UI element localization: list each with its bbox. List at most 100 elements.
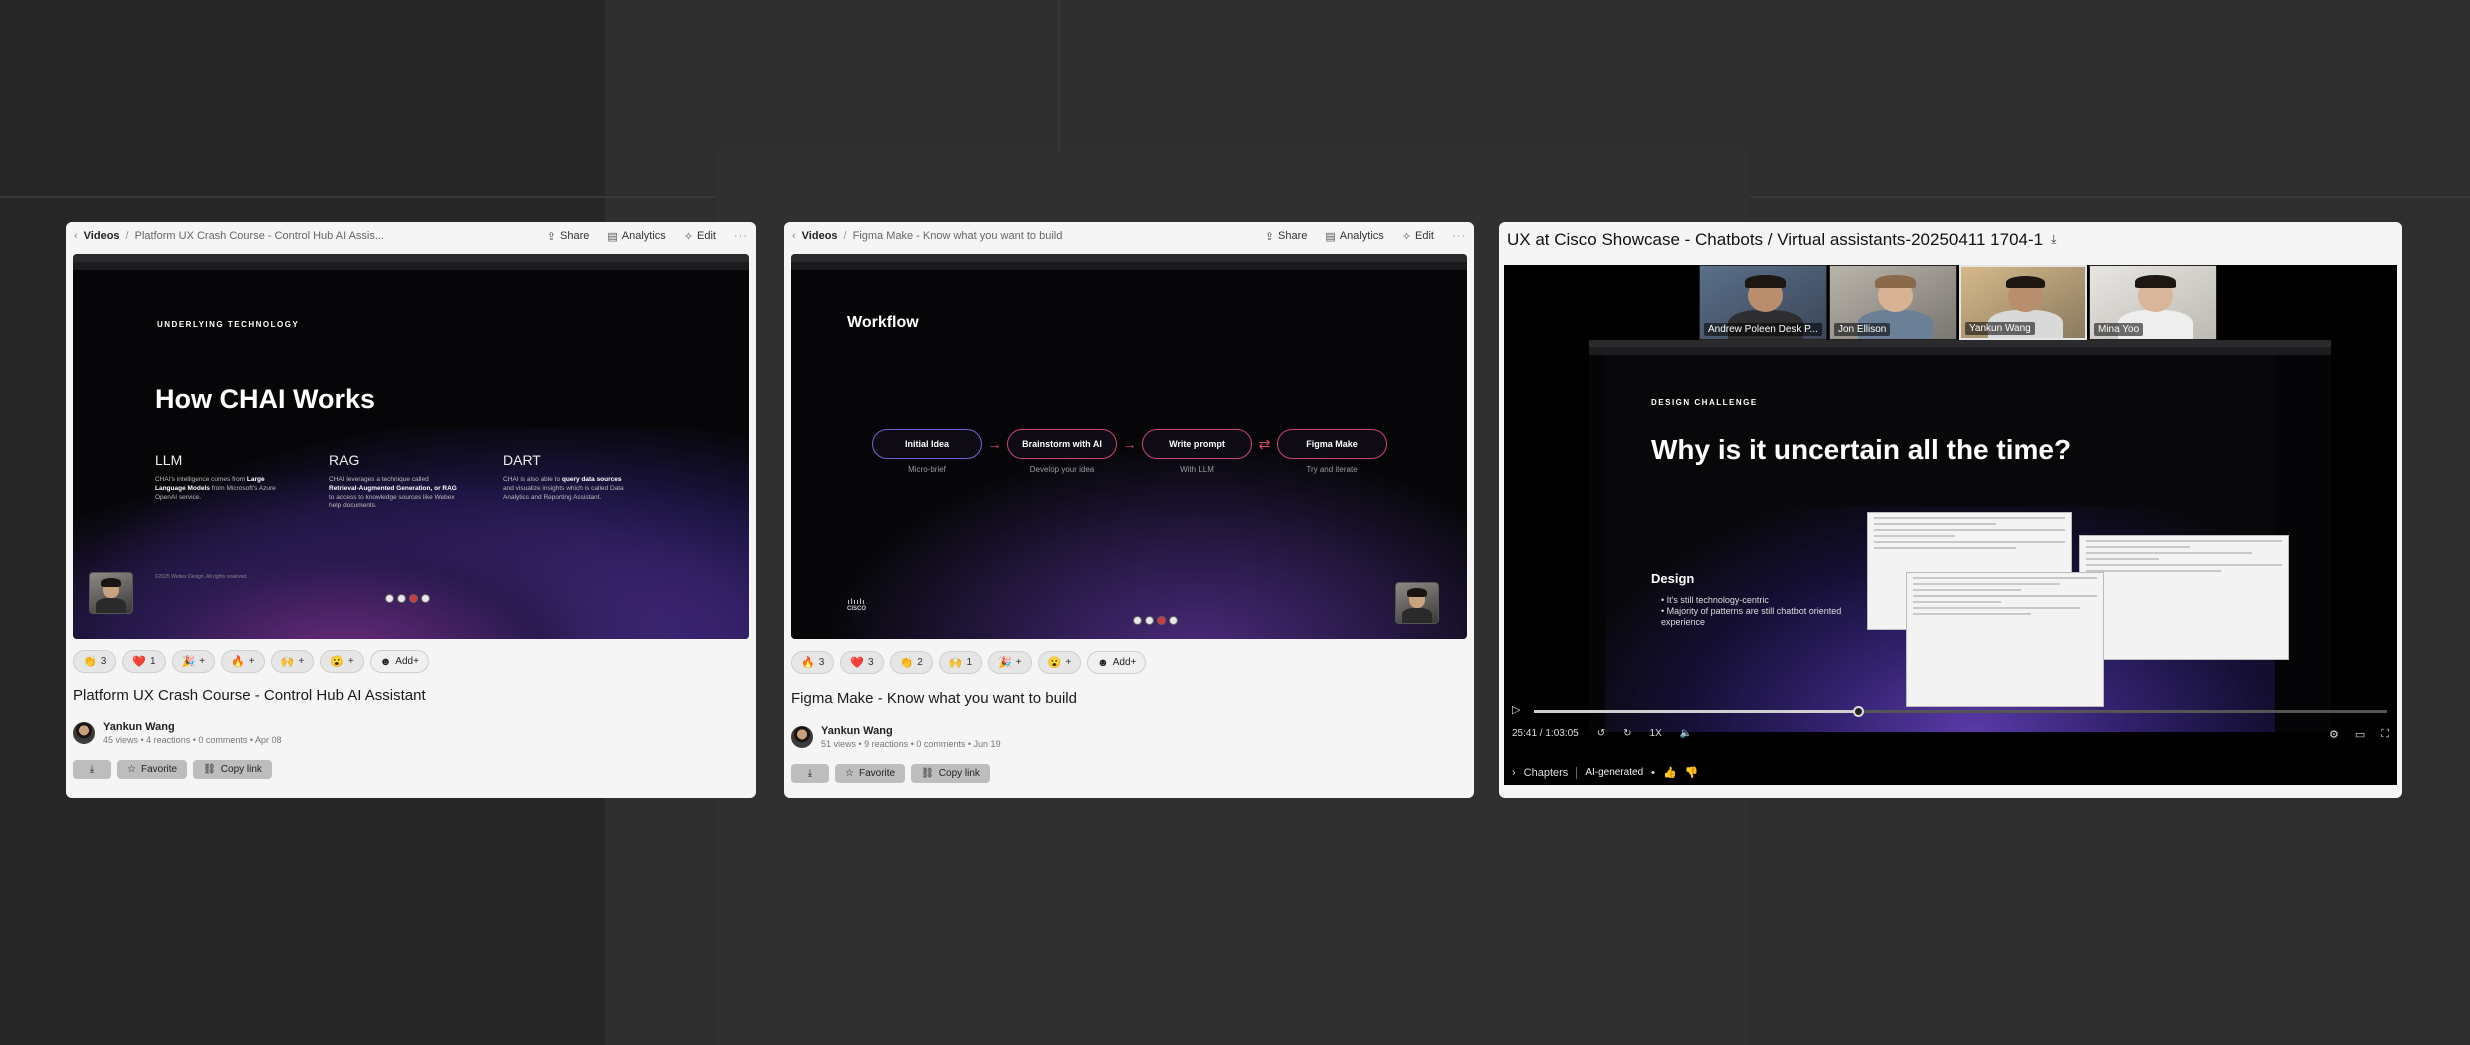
captions-icon[interactable]: ▭ [2355,728,2365,741]
edit-button[interactable]: ✧ Edit [1402,230,1434,243]
emoji: 🙌 [948,657,963,669]
emoji: 🙌 [280,656,295,668]
download-button[interactable]: ⤓ [73,760,111,779]
control-dot[interactable] [1169,616,1178,625]
recording-player[interactable]: Andrew Poleen Desk P... Jon Ellison Yank… [1504,265,2397,785]
presentation-controls[interactable] [1133,616,1178,625]
seek-bar[interactable] [1534,706,2387,717]
chevron-right-icon[interactable]: › [1512,767,1516,779]
participant-tile[interactable]: Mina Yoo [2089,265,2217,340]
copy-link-button[interactable]: ⛓ Copy link [911,764,990,783]
add-reaction-button[interactable]: ☻ Add+ [1087,651,1147,674]
control-dot[interactable] [1133,616,1142,625]
record-dot[interactable] [1157,616,1166,625]
reaction-clap[interactable]: 👏 3 [73,650,117,673]
presentation-controls[interactable] [385,594,430,603]
reaction-wow[interactable]: 😮 + [1037,651,1082,674]
breadcrumb-current: Platform UX Crash Course - Control Hub A… [134,230,385,242]
participant-tile-active[interactable]: Yankun Wang [1959,265,2087,340]
add-reaction-button[interactable]: ☻ Add+ [369,650,429,673]
control-dot[interactable] [1145,616,1154,625]
reaction-fire[interactable]: 🔥 3 [791,651,835,674]
video-player[interactable]: UNDERLYING TECHNOLOGY How CHAI Works LLM… [73,254,749,639]
control-dot[interactable] [385,594,394,603]
download-icon[interactable]: ⤓ [2051,232,2056,247]
favorite-button[interactable]: ☆ Favorite [117,760,188,779]
breadcrumb: ‹ Videos / Platform UX Crash Course - Co… [66,222,756,250]
participant-tile[interactable]: Jon Ellison [1829,265,1957,340]
record-dot[interactable] [409,594,418,603]
slide-copyright: ©2025 Webex Design. All rights reserved. [155,574,248,580]
settings-icon[interactable]: ⚙ [2329,728,2339,741]
slide-title: How CHAI Works [155,384,376,414]
video-title: Platform UX Crash Course - Control Hub A… [73,687,426,704]
control-dot[interactable] [397,594,406,603]
rewind-icon[interactable]: ↺ [1597,728,1605,739]
more-options-icon[interactable]: ··· [734,230,748,242]
fullscreen-icon[interactable]: ⛶ [2381,728,2389,741]
bullet-text: Majority of patterns are still chatbot o… [1661,605,1842,627]
reaction-party[interactable]: 🎉 + [171,650,216,673]
step-label: Figma Make [1277,429,1387,459]
favorite-button[interactable]: ☆ Favorite [835,764,906,783]
participant-name: Mina Yoo [2094,323,2144,336]
thumbs-down-icon[interactable]: 👎 [1685,766,1699,779]
avatar[interactable] [73,722,95,744]
views-count: 45 views [103,735,139,745]
participant-tile[interactable]: Andrew Poleen Desk P... [1699,265,1827,340]
slide-title: Why is it uncertain all the time? [1651,434,2072,465]
breadcrumb-videos-link[interactable]: Videos [84,230,120,242]
bullet-item: • Majority of patterns are still chatbot… [1661,605,1842,627]
reaction-heart[interactable]: ❤️ 1 [122,650,166,673]
thumbs-up-icon[interactable]: 👍 [1663,766,1677,779]
reaction-count: + [298,656,305,667]
author-name[interactable]: Yankun Wang [103,721,282,733]
control-dot[interactable] [421,594,430,603]
breadcrumb: ‹ Videos / Figma Make - Know what you wa… [784,222,1474,250]
chat-window [1906,572,2104,707]
reactions-count: 9 reactions [864,739,909,749]
step-caption: Develop your idea [1029,465,1095,474]
author-name[interactable]: Yankun Wang [821,725,1001,737]
speed-button[interactable]: 1X [1650,728,1662,739]
copy-link-button[interactable]: ⛓ Copy link [193,760,272,779]
download-button[interactable]: ⤓ [791,764,829,783]
reaction-clap[interactable]: 👏 2 [889,651,933,674]
share-button[interactable]: ⇪ Share [547,230,590,243]
slide-column-rag: RAG CHAI leverages a technique called Re… [329,452,459,511]
chapters-button[interactable]: Chapters [1524,767,1569,779]
reaction-raise-hands[interactable]: 🙌 1 [938,651,983,674]
back-chevron-icon[interactable]: ‹ [792,230,796,242]
author-block: Yankun Wang 51 views • 9 reactions • 0 c… [791,725,1001,749]
analytics-label: Analytics [1339,230,1384,242]
avatar[interactable] [791,726,813,748]
reaction-wow[interactable]: 😮 + [320,650,364,673]
reaction-count: + [347,656,354,667]
column-heading: RAG [329,452,360,468]
copy-link-label: Copy link [938,768,980,779]
dot-separator: • [1651,766,1655,779]
edit-label: Edit [1415,230,1434,242]
breadcrumb-current: Figma Make - Know what you want to build [852,230,1063,242]
volume-icon[interactable]: 🔈 [1680,728,1692,739]
reaction-fire[interactable]: 🔥 + [221,650,265,673]
share-button[interactable]: ⇪ Share [1265,230,1308,243]
breadcrumb-videos-link[interactable]: Videos [802,230,838,242]
reaction-raise-hands[interactable]: 🙌 + [270,650,315,673]
play-icon[interactable]: ▷ [1512,703,1520,716]
reaction-party[interactable]: 🎉 + [988,651,1032,674]
star-icon: ☆ [845,768,854,779]
favorite-label: Favorite [858,768,896,779]
forward-icon[interactable]: ↻ [1623,728,1631,739]
back-chevron-icon[interactable]: ‹ [74,230,78,242]
reaction-heart[interactable]: ❤️ 3 [840,651,884,674]
column-text: and visualize insights which is called D… [503,484,624,501]
more-options-icon[interactable]: ··· [1452,230,1466,242]
analytics-button[interactable]: ▤ Analytics [1325,230,1383,243]
video-player[interactable]: Workflow Initial Idea Micro-brief → Brai… [791,254,1467,639]
analytics-button[interactable]: ▤ Analytics [607,230,665,243]
participant-name: Jon Ellison [1834,323,1891,336]
comments-count: 0 comments [916,739,966,749]
seek-handle[interactable] [1853,706,1865,717]
edit-button[interactable]: ✧ Edit [684,230,716,243]
